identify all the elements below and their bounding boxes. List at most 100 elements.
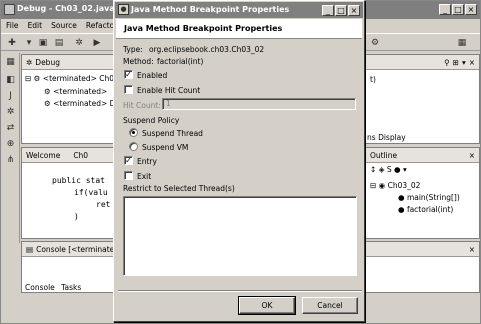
dialog-banner: Java Method Breakpoint Properties — [116, 19, 362, 39]
editor-tabs: Welcome Ch0 — [22, 148, 115, 163]
eclipse-maximize-button[interactable]: □ — [452, 4, 464, 15]
debug-tab-label: Debug — [35, 57, 60, 67]
enabled-label: Enabled — [137, 71, 168, 80]
code-line: public stat — [52, 176, 105, 185]
debug-tree-item[interactable]: ⚙ <terminated> — [44, 87, 107, 96]
hide-fields-icon[interactable]: ◈ — [379, 165, 385, 174]
debug-tree-item[interactable]: ⚙ <terminated> D — [44, 99, 115, 108]
eclipse-minimize-button[interactable]: _ — [439, 4, 451, 15]
suspend-thread-label: Suspend Thread — [142, 129, 203, 138]
run-icon[interactable]: ▶ — [91, 37, 103, 49]
debug-view: ✲ Debug ⊟ ⚙ <terminated> Ch03 ⚙ <termina… — [21, 54, 119, 144]
enabled-checkbox[interactable]: ✓ — [124, 70, 133, 79]
restrict-threads-label: Restrict to Selected Thread(s) — [123, 184, 235, 193]
cancel-button[interactable]: Cancel — [302, 297, 358, 314]
close-icon[interactable]: × — [469, 245, 475, 254]
type-value: org.eclipsebook.ch03.Ch03_02 — [149, 45, 265, 54]
plugin-perspective-icon[interactable]: ⊕ — [5, 139, 16, 150]
open-perspective-icon[interactable]: ▦ — [5, 57, 16, 68]
suspend-thread-radio[interactable] — [129, 128, 138, 137]
enable-hit-count-label: Enable Hit Count — [137, 86, 201, 95]
debug-icon[interactable]: ✲ — [73, 37, 85, 49]
external-tools-icon[interactable]: ⚙ — [369, 37, 381, 49]
editor-tab-welcome[interactable]: Welcome — [26, 151, 60, 160]
console-bottom-tab[interactable]: Console — [25, 283, 55, 292]
button-separator — [118, 290, 362, 292]
public-method-icon: ● — [398, 205, 405, 214]
exit-label: Exit — [137, 172, 152, 181]
menu-edit[interactable]: Edit — [28, 21, 43, 30]
dialog-banner-title: Java Method Breakpoint Properties — [124, 24, 283, 33]
dialog-title-bar: ● Java Method Breakpoint Properties _ □ … — [115, 2, 363, 18]
variables-tab-fragment[interactable]: ns — [367, 133, 376, 142]
close-icon[interactable]: × — [469, 58, 475, 67]
type-label: Type: — [123, 45, 143, 54]
hide-nonpublic-icon[interactable]: ● — [394, 165, 401, 174]
editor-tab-ch03[interactable]: Ch0 — [73, 151, 88, 160]
outline-method-item[interactable]: ● main(String[]) — [398, 193, 460, 202]
dialog-maximize-button[interactable]: □ — [335, 5, 347, 16]
debug-tree-item-label: <terminated> Ch03 — [42, 74, 119, 83]
enable-hit-count-checkbox[interactable] — [124, 85, 133, 94]
debug-tree-item-label: <terminated> D — [53, 99, 116, 108]
close-icon[interactable]: × — [469, 151, 475, 160]
hide-static-icon[interactable]: S — [387, 165, 392, 174]
code-line: ret — [96, 200, 111, 209]
editor-area: Welcome Ch0 public stat if(valu ret ) — [21, 147, 116, 239]
eclipse-window-controls: _ □ × — [439, 4, 477, 15]
outline-method-item[interactable]: ● factorial(int) — [398, 205, 453, 214]
suspend-vm-label: Suspend VM — [142, 143, 189, 152]
launch-icon: ⚙ — [33, 74, 41, 83]
variables-view-toolbar: ⚲ ⊞ ▾ × — [366, 55, 479, 70]
target-icon: ⚙ — [44, 99, 51, 108]
eclipse-close-button[interactable]: × — [465, 4, 477, 15]
hit-count-label: Hit Count: — [123, 101, 161, 110]
outline-class-item[interactable]: ⊟ ◉ Ch03_02 — [370, 181, 420, 190]
public-method-icon: ● — [398, 193, 405, 202]
debug-perspective-icon[interactable]: ✲ — [5, 107, 16, 118]
dialog-minimize-button[interactable]: _ — [322, 5, 334, 16]
perspective-switcher: ▦ ◧ J ✲ ⇄ ⊕ ⋔ — [1, 53, 20, 243]
hierarchy-perspective-icon[interactable]: ⋔ — [5, 155, 16, 166]
breakpoint-properties-dialog: ● Java Method Breakpoint Properties _ □ … — [113, 0, 365, 322]
sort-icon[interactable]: ↕ — [370, 165, 376, 174]
bottom-tabs: Console Tasks — [25, 283, 81, 292]
java-perspective-icon[interactable]: J — [5, 91, 16, 102]
tasks-bottom-tab[interactable]: Tasks — [61, 283, 81, 292]
debug-view-tab[interactable]: ✲ Debug — [22, 55, 115, 70]
resource-perspective-icon[interactable]: ◧ — [5, 75, 16, 86]
menu-source[interactable]: Source — [51, 21, 77, 30]
perspective-icon[interactable]: ▦ — [456, 37, 468, 49]
dialog-window-controls: _ □ × — [322, 5, 360, 16]
ok-button[interactable]: OK — [238, 296, 296, 315]
print-icon[interactable]: ▤ — [53, 37, 65, 49]
new-icon[interactable]: ✚ — [6, 37, 18, 49]
team-perspective-icon[interactable]: ⇄ — [5, 123, 16, 134]
hit-count-field[interactable]: 1 — [162, 98, 356, 110]
display-tab[interactable]: Display — [378, 133, 406, 142]
dialog-close-button[interactable]: × — [348, 5, 360, 16]
breakpoint-icon: ● — [118, 4, 129, 15]
view-menu-icon[interactable]: ▾ — [403, 165, 407, 174]
view-menu-icon[interactable]: ▾ — [462, 58, 466, 67]
entry-checkbox[interactable]: ✓ — [124, 156, 133, 165]
debug-tree-item-label: <terminated> — [53, 87, 108, 96]
variables-toolbar-icon[interactable]: ⊞ — [453, 58, 459, 67]
outline-method-label: main(String[]) — [406, 193, 460, 202]
method-label: Method: — [123, 57, 154, 66]
menu-file[interactable]: File — [6, 21, 19, 30]
thread-filter-list[interactable] — [123, 196, 357, 276]
variables-toolbar-icon[interactable]: ⚲ — [444, 58, 450, 67]
outline-toolbar: ↕ ◈ S ● ▾ — [370, 165, 407, 174]
code-line: if(valu — [74, 188, 108, 197]
dropdown-arrow-icon[interactable]: ▾ — [23, 37, 35, 49]
variables-tabs: ns Display — [367, 133, 406, 142]
outline-tab-label: Outline — [370, 150, 398, 160]
eclipse-app-icon — [4, 4, 15, 15]
outline-method-label: factorial(int) — [406, 205, 454, 214]
suspend-vm-radio[interactable] — [129, 142, 138, 151]
outline-view-tab[interactable]: Outline × — [366, 148, 479, 163]
debug-tree-item[interactable]: ⊟ ⚙ <terminated> Ch03 — [25, 74, 119, 83]
exit-checkbox[interactable] — [124, 171, 133, 180]
save-icon[interactable]: ▣ — [37, 37, 49, 49]
